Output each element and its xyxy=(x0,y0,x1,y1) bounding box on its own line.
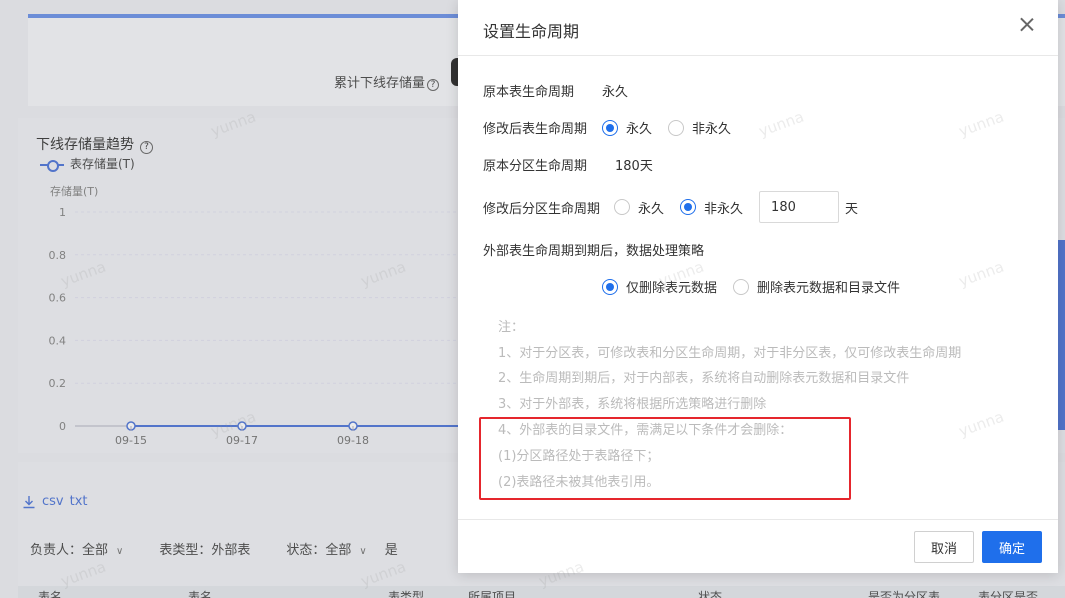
close-icon[interactable] xyxy=(1018,16,1036,34)
note-line: 2、生命周期到期后，对于内部表，系统将自动删除表元数据和目录文件 xyxy=(498,371,910,386)
confirm-button[interactable]: 确定 xyxy=(982,531,1042,563)
original-partition-lifecycle-value: 180天 xyxy=(615,159,653,174)
policy-options: 仅删除表元数据 删除表元数据和目录文件 xyxy=(602,277,900,296)
policy-label: 外部表生命周期到期后，数据处理策略 xyxy=(483,244,705,259)
note-line: 1、对于分区表，可修改表和分区生命周期，对于非分区表，仅可修改表生命周期 xyxy=(498,346,962,361)
radio-label: 仅删除表元数据 xyxy=(626,281,718,296)
modified-table-lifecycle-label: 修改后表生命周期 xyxy=(483,122,588,137)
radio-unchecked-icon xyxy=(733,278,750,295)
original-table-lifecycle-value: 永久 xyxy=(602,85,629,100)
radio-checked-icon xyxy=(602,119,619,136)
modified-partition-lifecycle-label: 修改后分区生命周期 xyxy=(483,201,601,217)
cancel-button[interactable]: 取消 xyxy=(914,531,974,563)
policy-row: 外部表生命周期到期后，数据处理策略 xyxy=(483,240,704,259)
original-table-lifecycle-label: 原本表生命周期 xyxy=(483,85,575,100)
modified-table-lifecycle-row: 修改后表生命周期 永久 非永久 xyxy=(483,118,731,137)
lifecycle-dialog: 设置生命周期 原本表生命周期 永久 修改后表生命周期 永久 非永久 原本分区生命… xyxy=(458,0,1058,590)
original-table-lifecycle-row: 原本表生命周期 永久 xyxy=(483,81,628,100)
days-unit: 天 xyxy=(845,201,859,217)
radio-label: 非永久 xyxy=(704,201,744,217)
partition-days-input[interactable] xyxy=(759,191,840,223)
radio-label: 删除表元数据和目录文件 xyxy=(757,281,901,296)
table-permanent-radio[interactable]: 永久 xyxy=(602,118,652,137)
radio-checked-icon xyxy=(680,199,697,215)
delete-metadata-only-radio[interactable]: 仅删除表元数据 xyxy=(602,277,717,296)
note-line: 3、对于外部表，系统将根据所选策略进行删除 xyxy=(498,397,767,412)
modified-partition-lifecycle-row: 修改后分区生命周期 永久 非永久 天 xyxy=(483,191,858,223)
radio-label: 永久 xyxy=(626,122,653,137)
radio-unchecked-icon xyxy=(668,119,685,136)
partition-permanent-radio[interactable]: 永久 xyxy=(614,198,664,217)
table-non-permanent-radio[interactable]: 非永久 xyxy=(668,118,731,137)
highlight-annotation-box xyxy=(479,417,851,500)
original-partition-lifecycle-label: 原本分区生命周期 xyxy=(483,159,588,174)
radio-unchecked-icon xyxy=(614,199,631,215)
dialog-header: 设置生命周期 xyxy=(458,0,1058,56)
radio-checked-icon xyxy=(602,278,618,295)
delete-metadata-and-files-radio[interactable]: 删除表元数据和目录文件 xyxy=(733,277,900,296)
radio-label: 永久 xyxy=(638,201,665,217)
dialog-footer: 取消 确定 xyxy=(458,519,1058,573)
original-partition-lifecycle-row: 原本分区生命周期 180天 xyxy=(483,155,653,174)
partition-non-permanent-radio[interactable]: 非永久 xyxy=(680,198,743,217)
dialog-title: 设置生命周期 xyxy=(483,22,580,41)
note-heading: 注： xyxy=(498,320,525,335)
radio-label: 非永久 xyxy=(692,122,732,137)
